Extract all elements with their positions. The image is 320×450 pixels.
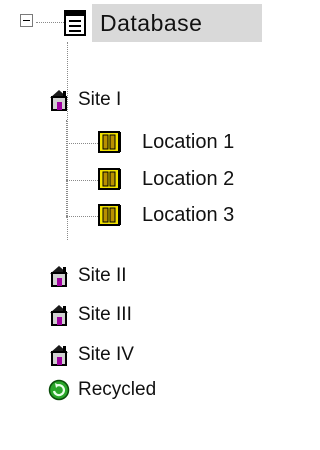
database-node[interactable] xyxy=(64,10,86,36)
house-icon xyxy=(48,264,70,288)
database-label[interactable]: Database xyxy=(92,4,262,42)
tree-item-site-iii[interactable]: Site III xyxy=(48,303,132,327)
recycle-icon xyxy=(48,379,70,401)
location-1-label: Location 1 xyxy=(142,130,235,153)
tree-item-site-i[interactable]: Site I xyxy=(48,88,121,112)
tree-item-site-ii[interactable]: Site II xyxy=(48,264,127,288)
location-3-label: Location 3 xyxy=(142,203,235,226)
tree-item-location-2[interactable]: Location 2 xyxy=(98,167,234,191)
location-door-icon xyxy=(98,203,122,227)
location-2-label: Location 2 xyxy=(142,167,235,190)
site-i-label: Site I xyxy=(78,89,122,110)
house-icon xyxy=(48,88,70,112)
house-icon xyxy=(48,343,70,367)
site-iv-label: Site IV xyxy=(78,344,134,365)
location-door-icon xyxy=(98,130,122,154)
site-ii-label: Site II xyxy=(78,265,127,286)
location-door-icon xyxy=(98,167,122,191)
tree-item-site-iv[interactable]: Site IV xyxy=(48,343,134,367)
tree-item-location-3[interactable]: Location 3 xyxy=(98,203,234,227)
house-icon xyxy=(48,303,70,327)
recycled-label: Recycled xyxy=(78,379,157,400)
database-icon xyxy=(64,10,86,36)
tree-item-recycled[interactable]: Recycled xyxy=(48,379,156,401)
collapse-toggle-database[interactable] xyxy=(20,14,33,27)
tree-item-location-1[interactable]: Location 1 xyxy=(98,130,234,154)
site-iii-label: Site III xyxy=(78,304,132,325)
